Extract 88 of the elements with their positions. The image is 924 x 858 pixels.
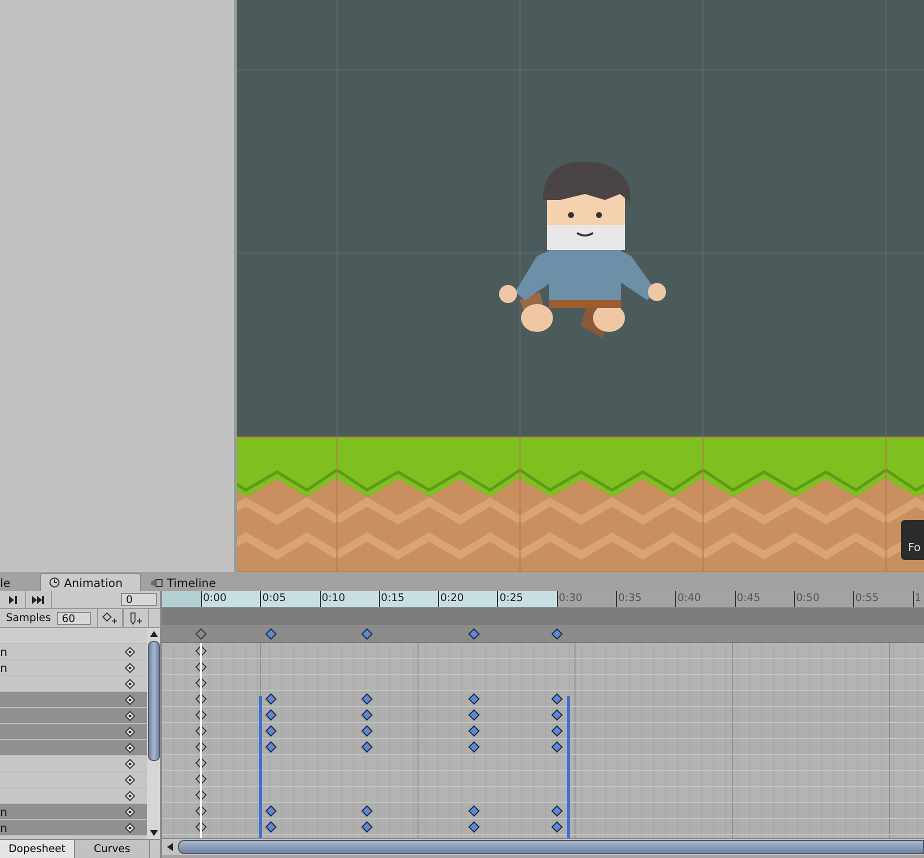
time-label: 0:35 [618,592,642,604]
horizontal-scrollbar[interactable] [162,838,924,855]
empty-keyframe-icon[interactable] [195,661,207,673]
keyframe-icon[interactable] [361,693,373,705]
keyframe-icon[interactable] [551,741,563,753]
property-row[interactable]: n [0,804,147,820]
scrollbar-thumb[interactable] [148,641,160,761]
time-label: 0:50 [796,592,820,604]
keyframe-icon[interactable] [265,693,277,705]
time-label: 1 [914,592,922,604]
up-arrow-icon[interactable] [150,631,158,637]
keyframe-icon[interactable] [468,821,480,833]
panel-tab[interactable]: Animation [40,573,141,591]
panel-tab[interactable]: Timeline [143,574,224,591]
keyframe-icon[interactable] [125,646,135,656]
keyframe-icon[interactable] [551,805,563,817]
empty-keyframe-icon[interactable] [195,789,207,801]
keyframe-icon[interactable] [125,774,135,784]
keyframe-icon[interactable] [468,741,480,753]
time-label: 0:55 [855,592,879,604]
keyframe-icon[interactable] [551,725,563,737]
keyframe-icon[interactable] [468,805,480,817]
view-mode-button[interactable]: Dopesheet [0,840,75,858]
add-event-button[interactable] [122,609,149,627]
keyframe-icon[interactable] [361,709,373,721]
add-keyframe-button[interactable] [96,609,123,627]
keyframe-icon[interactable] [125,678,135,688]
keyframe-icon[interactable] [265,741,277,753]
frame-field[interactable]: 0 [121,593,157,606]
keyframe-icon[interactable] [361,741,373,753]
keyframe-icon[interactable] [551,628,563,640]
keyframe-icon[interactable] [361,628,373,640]
keyframe-icon[interactable] [125,806,135,816]
time-label: 0:15 [380,592,404,604]
time-label: 0:00 [203,592,227,604]
time-label: 0:20 [440,592,464,604]
panel-tab[interactable]: le [0,574,38,591]
keyframe-icon[interactable] [551,821,563,833]
keyframe-icon[interactable] [125,742,135,752]
time-label: 0:05 [262,592,286,604]
keyframe-icon[interactable] [125,758,135,768]
view-mode-button[interactable]: Curves [75,840,150,858]
time-label: 0:30 [558,592,582,604]
step-forward-icon [8,596,18,604]
time-label: 0:40 [677,592,701,604]
keyframe-icon[interactable] [265,709,277,721]
keyframe-icon[interactable] [361,805,373,817]
keyframe-icon[interactable] [125,822,135,832]
keyframe-icon[interactable] [265,805,277,817]
add-event-icon [128,612,143,624]
property-row[interactable]: n [0,820,147,836]
property-row[interactable]: n [0,660,147,676]
keyframe-icon[interactable] [468,628,480,640]
keyframe-icon[interactable] [125,790,135,800]
keyframe-icon[interactable] [551,709,563,721]
keyframe-icon[interactable] [468,693,480,705]
vertical-scrollbar[interactable] [147,628,160,839]
left-arrow-icon[interactable] [167,843,173,851]
time-ruler[interactable]: 0:00 0:05 0:10 0:15 0:20 0:25 0:30 0:35 0:40 0:45 0:50 0:55 1 [162,591,924,608]
time-label: 0:25 [499,592,524,604]
keyframe-icon[interactable] [361,821,373,833]
timeline-icon [151,578,163,588]
property-row[interactable]: n [0,644,147,660]
keyframe-icon[interactable] [468,725,480,737]
samples-field[interactable]: 60 [56,612,91,624]
time-label: 0:10 [322,592,346,604]
keyframe-icon[interactable] [125,710,135,720]
keyframe-icon[interactable] [265,725,277,737]
keyframe-icon[interactable] [551,693,563,705]
samples-label: Samples [5,612,51,624]
keyframe-icon[interactable] [125,726,135,736]
skip-to-end-icon [32,596,45,604]
scrollbar-thumb[interactable] [178,840,924,854]
clock-icon [49,577,60,588]
empty-keyframe-icon[interactable] [195,757,207,769]
down-arrow-icon[interactable] [150,830,158,836]
keyframe-icon[interactable] [265,628,277,640]
empty-keyframe-icon[interactable] [195,773,207,785]
add-keyframe-icon [102,612,118,624]
keyframe-icon[interactable] [125,694,135,704]
empty-keyframe-icon[interactable] [195,645,207,657]
tooltip: Fo [901,520,924,560]
time-label: 0:45 [736,592,760,604]
keyframe-icon[interactable] [125,662,135,672]
keyframe-icon[interactable] [468,709,480,721]
empty-keyframe-icon[interactable] [195,677,207,689]
keyframe-icon[interactable] [265,821,277,833]
keyframe-icon[interactable] [361,725,373,737]
